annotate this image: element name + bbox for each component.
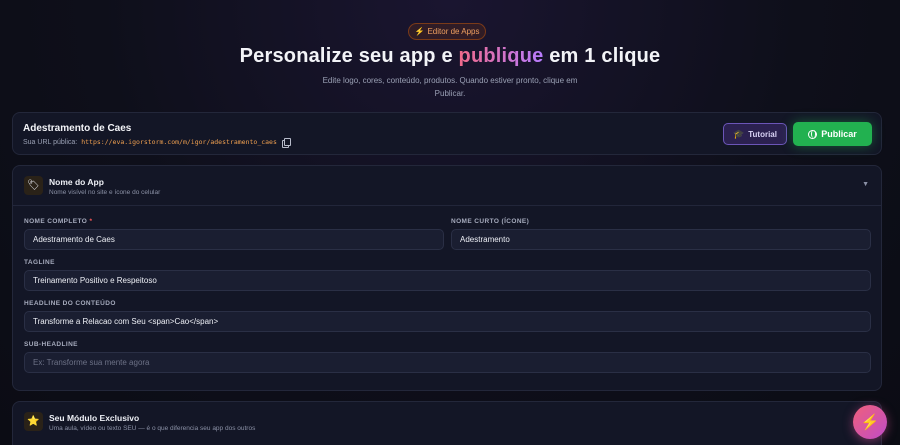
editor-badge: ⚡ Editor de Apps <box>408 23 486 40</box>
short-name-input[interactable] <box>451 229 871 250</box>
page-title-part2: em 1 clique <box>543 45 661 67</box>
app-url-row: Sua URL pública: https://eva.igorstorm.c… <box>23 138 291 148</box>
short-name-label: NOME CURTO (ÍCONE) <box>451 218 530 225</box>
exclusive-module-section: ⭐ Seu Módulo Exclusivo Uma aula, vídeo o… <box>12 401 882 445</box>
graduation-cap-icon: 🎓 <box>733 128 745 139</box>
app-name-section-title: Nome do App <box>49 177 104 187</box>
subheadline-label: SUB-HEADLINE <box>24 341 78 348</box>
publish-button[interactable]: Publicar <box>793 122 872 146</box>
exclusive-module-description: Uma aula, vídeo ou texto SEU — é o que d… <box>49 425 256 432</box>
lightning-icon: ⚡ <box>860 414 880 431</box>
copy-icon[interactable] <box>281 138 291 148</box>
tagline-input[interactable] <box>24 270 871 291</box>
page-title-accent: publique <box>458 45 544 67</box>
page-subtitle: Edite logo, cores, conteúdo, produtos. Q… <box>322 76 578 98</box>
tutorial-button[interactable]: 🎓 Tutorial <box>723 123 787 145</box>
app-name-section-header[interactable]: 🏷 Nome do App Nome visível no site e íco… <box>13 166 881 206</box>
app-name-section: 🏷 Nome do App Nome visível no site e íco… <box>12 165 882 391</box>
editor-badge-label: Editor de Apps <box>427 27 480 36</box>
quick-action-button[interactable]: ⚡ <box>853 405 887 439</box>
star-icon: ⭐ <box>24 412 43 431</box>
tagline-label: TAGLINE <box>24 259 55 266</box>
exclusive-module-section-header[interactable]: ⭐ Seu Módulo Exclusivo Uma aula, vídeo o… <box>13 402 881 442</box>
headline-label: HEADLINE DO CONTEÚDO <box>24 300 116 307</box>
subheadline-input[interactable] <box>24 352 871 373</box>
app-card: Adestramento de Caes Sua URL pública: ht… <box>12 112 882 155</box>
app-name-section-description: Nome visível no site e ícone do celular <box>49 189 161 196</box>
page-title: Personalize seu app e publique em 1 cliq… <box>0 45 900 68</box>
app-name: Adestramento de Caes <box>23 123 132 134</box>
tutorial-button-label: Tutorial <box>748 129 777 139</box>
app-url-link[interactable]: https://eva.igorstorm.com/m/igor/adestra… <box>81 138 277 146</box>
globe-icon <box>808 129 818 139</box>
publish-button-label: Publicar <box>821 129 857 139</box>
exclusive-module-title: Seu Módulo Exclusivo <box>49 413 140 423</box>
page-title-part1: Personalize seu app e <box>239 45 459 67</box>
chevron-down-icon[interactable]: ▼ <box>862 181 869 188</box>
app-url-label: Sua URL pública: <box>23 138 78 146</box>
required-marker: * <box>89 218 93 225</box>
full-name-label: NOME COMPLETO * <box>24 218 92 225</box>
headline-input[interactable] <box>24 311 871 332</box>
full-name-input[interactable] <box>24 229 444 250</box>
tag-icon: 🏷 <box>24 176 43 195</box>
lightning-icon: ⚡ <box>414 27 425 36</box>
full-name-label-text: NOME COMPLETO <box>24 218 88 225</box>
